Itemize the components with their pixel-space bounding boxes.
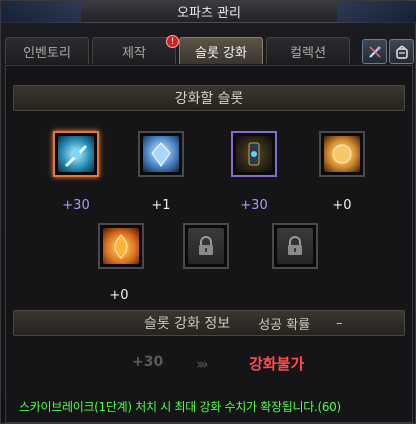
tab-bar: 인벤토리 제작! 슬롯 강화 컬렉션 xyxy=(5,35,350,64)
enhance-status: 강화불가 xyxy=(249,355,305,373)
tab-collection[interactable]: 컬렉션 xyxy=(266,37,350,64)
slot-4[interactable] xyxy=(319,131,365,177)
tab-label: 컬렉션 xyxy=(290,45,326,61)
slot-5[interactable] xyxy=(98,223,144,269)
window-title: 오파츠 관리 xyxy=(177,6,241,21)
slot-3-level: +30 xyxy=(240,198,268,213)
tab-crafting[interactable]: 제작! xyxy=(92,35,179,64)
wrench-icon xyxy=(368,45,381,58)
blue-crystal-blade-icon xyxy=(58,136,94,172)
info-header: 슬롯 강화 정보 성공 확률 – xyxy=(13,310,405,336)
dark-rune-icon xyxy=(236,136,272,172)
slots-title: 강화할 슬롯 xyxy=(174,91,244,107)
blue-gem-icon xyxy=(143,136,179,172)
lock-icon xyxy=(188,228,224,264)
tab-label: 인벤토리 xyxy=(23,45,71,61)
bag-button[interactable] xyxy=(389,39,414,64)
notice-text: 스카이브레이크(1단계) 처치 시 최대 강화 수치가 확장됩니다.(60) xyxy=(19,400,341,414)
tab-label: 제작 xyxy=(122,45,146,61)
slot-1[interactable] xyxy=(53,131,99,177)
current-level: +30 xyxy=(132,354,164,370)
slots-header: 강화할 슬롯 xyxy=(13,85,405,111)
tab-inventory[interactable]: 인벤토리 xyxy=(5,37,89,64)
slot-1-level: +30 xyxy=(62,198,90,213)
slot-3[interactable] xyxy=(231,131,277,177)
fire-gem-icon xyxy=(103,228,139,264)
alert-badge: ! xyxy=(166,35,179,48)
tool-button[interactable] xyxy=(362,39,387,64)
success-rate-label: 성공 확률 xyxy=(258,317,311,333)
slot-6-locked[interactable] xyxy=(183,223,229,269)
title-decoration-left xyxy=(1,1,81,23)
slot-2[interactable] xyxy=(138,131,184,177)
slot-7-locked[interactable] xyxy=(272,223,318,269)
title-decoration-right xyxy=(337,1,416,23)
slot-2-level: +1 xyxy=(151,198,171,213)
lock-icon xyxy=(277,228,313,264)
slot-5-level: +0 xyxy=(109,288,129,303)
gold-orb-icon xyxy=(324,136,360,172)
chevrons-right-icon: ››› xyxy=(196,355,208,373)
info-title: 슬롯 강화 정보 xyxy=(144,316,231,332)
title-bar: 오파츠 관리 xyxy=(1,1,416,23)
tab-slot-enhance[interactable]: 슬롯 강화 xyxy=(179,37,263,64)
success-rate-value: – xyxy=(336,315,343,331)
tab-label: 슬롯 강화 xyxy=(195,45,247,61)
window: 오파츠 관리 인벤토리 제작! 슬롯 강화 컬렉션 강화할 슬롯 +30 +1 … xyxy=(0,0,416,424)
slot-4-level: +0 xyxy=(332,198,352,213)
bag-icon xyxy=(395,45,408,59)
